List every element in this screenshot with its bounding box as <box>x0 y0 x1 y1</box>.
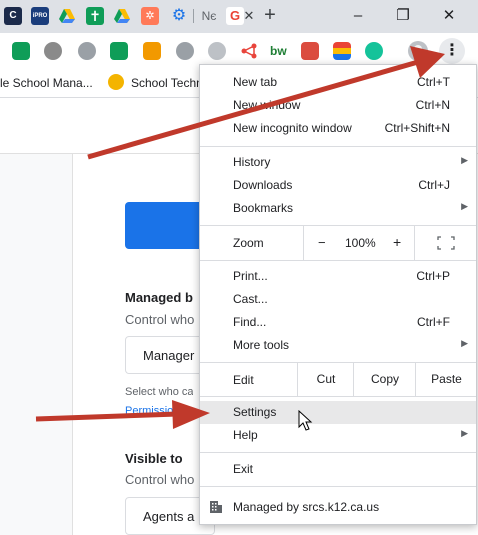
annotation-arrows <box>35 46 445 429</box>
arrow-to-settings-icon <box>35 400 210 429</box>
arrow-to-menu-icon <box>87 46 445 160</box>
